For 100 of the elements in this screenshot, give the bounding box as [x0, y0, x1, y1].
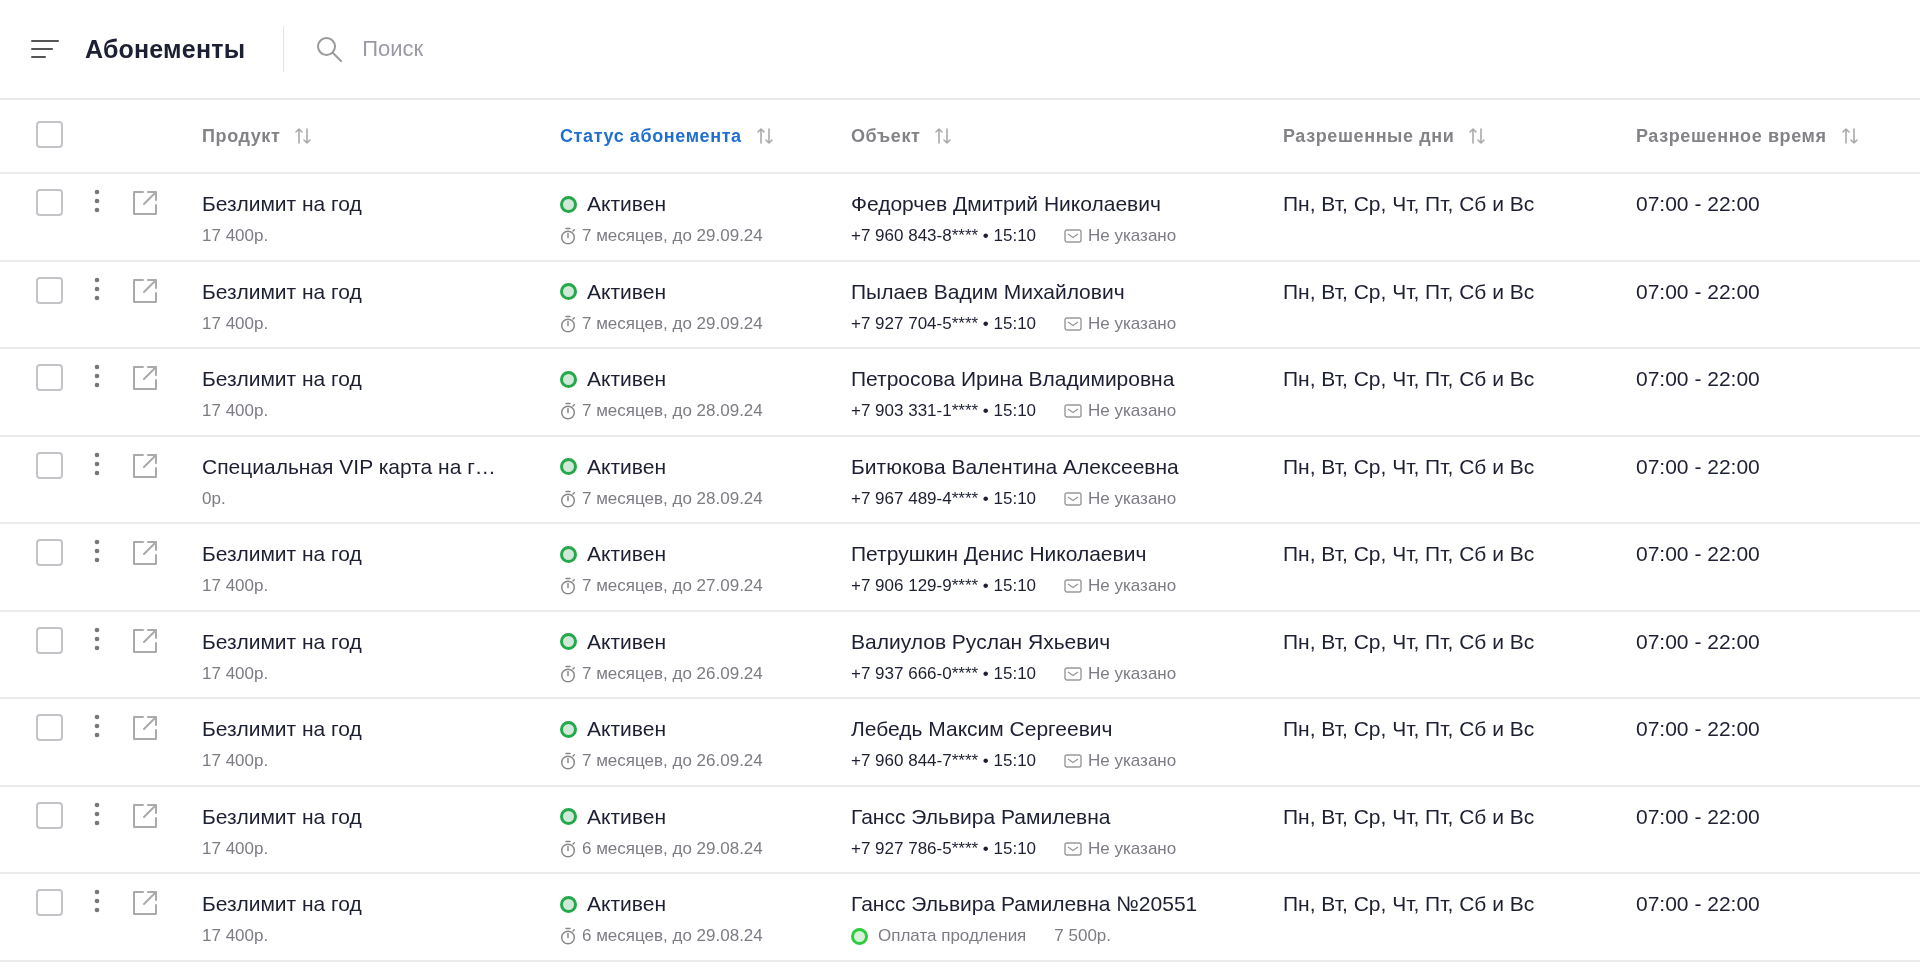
- allowed-time: 07:00 - 22:00: [1636, 366, 1761, 392]
- phone-number: +7 960 844-7**** • 15:10: [851, 750, 1037, 772]
- sort-icon[interactable]: [934, 127, 953, 145]
- client-name: Лебедь Максим Сергеевич: [851, 716, 1114, 742]
- phone-number: +7 937 666-0**** • 15:10: [851, 662, 1037, 685]
- sort-icon[interactable]: [1468, 127, 1487, 145]
- allowed-days: Пн, Вт, Ср, Чт, Пт, Сб и Вс: [1283, 366, 1636, 392]
- status-text: Активен: [587, 541, 666, 567]
- more-icon[interactable]: [94, 714, 100, 738]
- open-external-icon[interactable]: [131, 451, 159, 480]
- email-text: Не указано: [1088, 225, 1177, 247]
- email-text: Не указано: [1088, 750, 1177, 772]
- stopwatch-icon: [560, 489, 576, 508]
- product-name: Безлимит на год: [202, 278, 363, 305]
- email-text: Не указано: [1088, 400, 1177, 422]
- client-name: Федорчев Дмитрий Николаевич: [851, 191, 1162, 217]
- term-text: 6 месяцев, до 29.08.24: [582, 837, 763, 860]
- allowed-time: 07:00 - 22:00: [1636, 191, 1761, 217]
- open-external-icon[interactable]: [131, 539, 159, 567]
- allowed-time: 07:00 - 22:00: [1636, 541, 1761, 567]
- checkbox[interactable]: [36, 539, 63, 566]
- status-text: Активен: [587, 803, 666, 830]
- more-icon[interactable]: [94, 189, 100, 213]
- mail-icon: [1064, 666, 1083, 681]
- menu-icon[interactable]: [31, 39, 59, 59]
- sort-icon[interactable]: [755, 127, 774, 145]
- allowed-days: Пн, Вт, Ср, Чт, Пт, Сб и Вс: [1283, 453, 1636, 480]
- product-price: 17 400р.: [202, 400, 269, 422]
- mail-icon: [1064, 491, 1083, 506]
- product-price: 17 400р.: [202, 925, 269, 947]
- allowed-days: Пн, Вт, Ср, Чт, Пт, Сб и Вс: [1283, 541, 1636, 567]
- allowed-days: Пн, Вт, Ср, Чт, Пт, Сб и Вс: [1283, 278, 1636, 305]
- column-header[interactable]: Разрешенные дни: [1283, 125, 1455, 147]
- column-header[interactable]: Статус абонемента: [560, 125, 742, 147]
- checkbox[interactable]: [36, 364, 63, 391]
- more-icon[interactable]: [94, 451, 100, 476]
- status-text: Активен: [587, 628, 666, 655]
- product-name: Безлимит на год: [202, 716, 363, 742]
- open-external-icon[interactable]: [131, 276, 159, 305]
- term-text: 7 месяцев, до 26.09.24: [582, 662, 763, 685]
- client-name: Пылаев Вадим Михайлович: [851, 278, 1126, 305]
- open-external-icon[interactable]: [131, 189, 159, 217]
- more-icon[interactable]: [94, 364, 100, 388]
- product-price: 17 400р.: [202, 837, 269, 860]
- open-external-icon[interactable]: [131, 714, 159, 742]
- more-icon[interactable]: [94, 539, 100, 563]
- sort-icon[interactable]: [1840, 127, 1859, 145]
- open-external-icon[interactable]: [131, 801, 159, 830]
- email-text: Не указано: [1088, 487, 1177, 510]
- more-icon[interactable]: [94, 801, 100, 826]
- status-dot: [560, 458, 577, 475]
- status-dot: [560, 545, 577, 563]
- checkbox[interactable]: [36, 451, 63, 479]
- status-dot: [560, 633, 577, 650]
- payment-label: Оплата продления: [878, 925, 1027, 947]
- sort-icon[interactable]: [294, 127, 313, 145]
- product-name: Безлимит на год: [202, 366, 363, 392]
- client-name: Битюкова Валентина Алексеевна: [851, 453, 1180, 480]
- status-text: Активен: [587, 891, 666, 917]
- open-external-icon[interactable]: [131, 626, 159, 655]
- more-icon[interactable]: [94, 889, 100, 913]
- phone-number: +7 927 704-5**** • 15:10: [851, 312, 1037, 335]
- checkbox[interactable]: [36, 889, 63, 916]
- term-text: 7 месяцев, до 28.09.24: [582, 400, 763, 422]
- checkbox[interactable]: [36, 276, 63, 304]
- more-icon[interactable]: [94, 626, 100, 651]
- status-dot: [851, 927, 868, 945]
- phone-number: +7 903 331-1**** • 15:10: [851, 400, 1037, 422]
- stopwatch-icon: [560, 402, 576, 420]
- search-field[interactable]: Поиск: [362, 36, 663, 62]
- checkbox[interactable]: [36, 626, 63, 654]
- open-external-icon[interactable]: [131, 364, 159, 392]
- allowed-days: Пн, Вт, Ср, Чт, Пт, Сб и Вс: [1283, 628, 1636, 655]
- product-price: 0р.: [202, 487, 226, 510]
- status-dot: [560, 195, 577, 213]
- more-icon[interactable]: [94, 276, 100, 301]
- stopwatch-icon: [560, 752, 576, 770]
- allowed-days: Пн, Вт, Ср, Чт, Пт, Сб и Вс: [1283, 191, 1636, 217]
- status-text: Активен: [587, 191, 666, 217]
- checkbox[interactable]: [36, 189, 63, 216]
- open-external-icon[interactable]: [131, 889, 159, 917]
- allowed-days: Пн, Вт, Ср, Чт, Пт, Сб и Вс: [1283, 891, 1636, 917]
- column-header[interactable]: Продукт: [202, 125, 281, 147]
- allowed-time: 07:00 - 22:00: [1636, 453, 1761, 480]
- mail-icon: [1064, 316, 1083, 331]
- checkbox[interactable]: [36, 801, 63, 829]
- column-header[interactable]: Разрешенное время: [1636, 125, 1827, 147]
- email-text: Не указано: [1088, 662, 1177, 685]
- product-price: 17 400р.: [202, 575, 269, 597]
- column-header[interactable]: Объект: [851, 125, 921, 147]
- mail-icon: [1064, 579, 1083, 593]
- allowed-days: Пн, Вт, Ср, Чт, Пт, Сб и Вс: [1283, 716, 1636, 742]
- status-dot: [560, 895, 577, 913]
- status-dot: [560, 370, 577, 388]
- email-text: Не указано: [1088, 312, 1177, 335]
- checkbox[interactable]: [36, 120, 63, 148]
- checkbox[interactable]: [36, 714, 63, 741]
- mail-icon: [1064, 404, 1083, 418]
- client-name: Гансс Эльвира Рамилевна: [851, 803, 1112, 830]
- mail-icon: [1064, 229, 1083, 243]
